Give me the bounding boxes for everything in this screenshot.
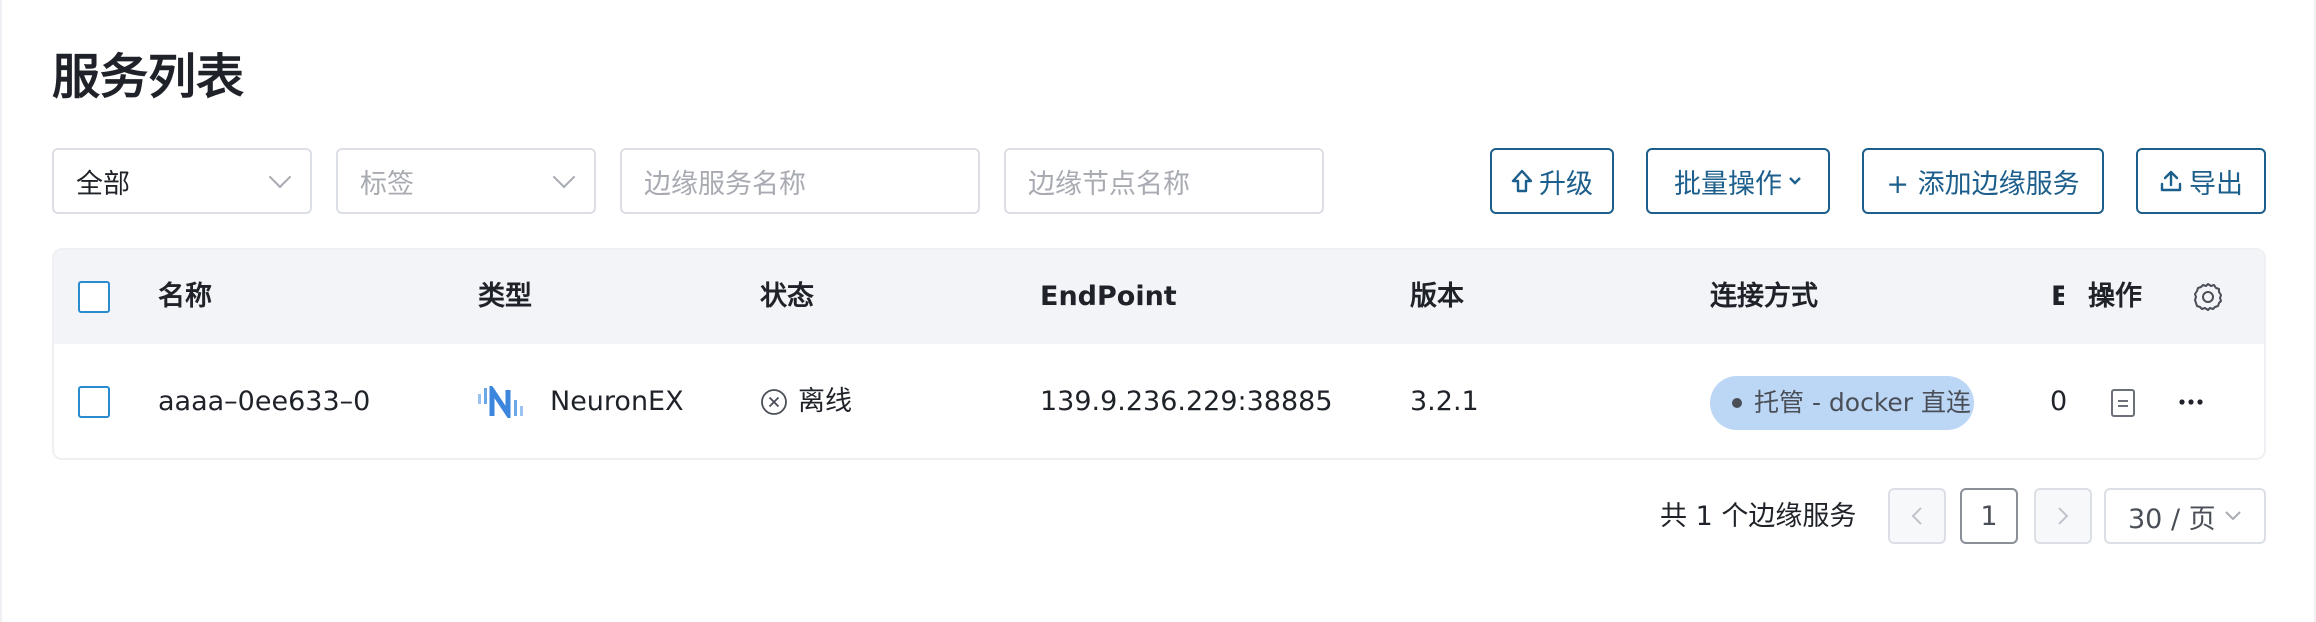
column-header-truncated: E (2051, 250, 2064, 344)
next-page-button[interactable] (2034, 488, 2092, 544)
version-cell: 3.2.1 (1410, 386, 1479, 417)
chevron-down-icon (268, 165, 292, 189)
column-header-type: 类型 (478, 281, 532, 312)
tag-filter-select[interactable]: 标签 (336, 148, 596, 214)
connection-badge: 托管 - docker 直连 (1710, 376, 1974, 430)
column-header-connection: 连接方式 (1710, 281, 1818, 312)
document-icon[interactable] (2110, 388, 2136, 418)
upload-icon (2160, 170, 2182, 192)
pagination-total: 共 1 个边缘服务 (1660, 501, 1857, 532)
chevron-right-icon (2058, 507, 2069, 525)
chevron-down-icon (552, 165, 576, 189)
service-status-cell: 离线 (760, 344, 852, 458)
page-size-select[interactable]: 30 / 页 (2104, 488, 2266, 544)
add-edge-service-label: + 添加边缘服务 (1886, 168, 2080, 200)
page-size-label: 30 / 页 (2128, 503, 2216, 535)
table-header: 名称 类型 状态 EndPoint 版本 连接方式 E 操作 (54, 250, 2264, 344)
batch-operation-label: 批量操作 (1674, 168, 1782, 200)
arrow-up-outline-icon (1511, 169, 1533, 193)
ellipsis-icon[interactable] (2178, 394, 2204, 410)
status-filter-select[interactable]: 全部 (52, 148, 312, 214)
service-table: 名称 类型 状态 EndPoint 版本 连接方式 E 操作 aaaa–0ee6… (52, 248, 2266, 460)
neuronex-logo-icon (478, 386, 523, 418)
select-all-checkbox[interactable] (78, 281, 110, 313)
prev-page-button[interactable] (1888, 488, 1946, 544)
chevron-down-icon (2225, 511, 2241, 521)
circle-x-icon (761, 389, 787, 415)
page-frame: 服务列表 全部 标签 边缘服务名称 边缘节点名称 升级 批量操作 + 添加边缘服… (0, 0, 2316, 622)
chevron-down-icon (1789, 177, 1801, 185)
export-button[interactable]: 导出 (2136, 148, 2266, 214)
upgrade-label: 升级 (1539, 168, 1593, 200)
gear-icon[interactable] (2192, 281, 2224, 313)
connection-label: 托管 - docker 直连 (1754, 388, 1972, 417)
status-filter-value: 全部 (76, 168, 130, 200)
chevron-left-icon (1911, 507, 1922, 525)
extra-value-cell: 0 (2050, 386, 2068, 417)
status-dot-icon (1732, 398, 1742, 408)
page-title: 服务列表 (52, 49, 245, 105)
column-header-version: 版本 (1410, 281, 1464, 312)
row-checkbox[interactable] (78, 386, 110, 418)
table-row: aaaa–0ee633–0 NeuronEX 离线 139.9.236.229:… (54, 344, 2264, 458)
tag-filter-placeholder: 标签 (360, 168, 414, 200)
service-status-label: 离线 (798, 386, 852, 417)
add-edge-service-button[interactable]: + 添加边缘服务 (1862, 148, 2104, 214)
column-header-endpoint: EndPoint (1040, 281, 1177, 312)
service-name-placeholder: 边缘服务名称 (644, 168, 806, 200)
connection-cell: 托管 - docker 直连 (1710, 344, 1974, 458)
batch-operation-button[interactable]: 批量操作 (1646, 148, 1830, 214)
service-name-input[interactable]: 边缘服务名称 (620, 148, 980, 214)
current-page-label: 1 (1980, 500, 1998, 532)
column-header-name: 名称 (158, 281, 212, 312)
service-name-cell[interactable]: aaaa–0ee633–0 (158, 344, 370, 458)
page-number-button[interactable]: 1 (1960, 488, 2018, 544)
service-type-cell: NeuronEX (478, 344, 684, 458)
export-label: 导出 (2189, 168, 2243, 200)
column-header-status: 状态 (760, 281, 814, 312)
node-name-placeholder: 边缘节点名称 (1028, 168, 1190, 200)
service-type-label: NeuronEX (550, 386, 684, 417)
node-name-input[interactable]: 边缘节点名称 (1004, 148, 1324, 214)
endpoint-cell: 139.9.236.229:38885 (1040, 386, 1333, 417)
upgrade-button[interactable]: 升级 (1490, 148, 1614, 214)
column-header-actions: 操作 (2088, 281, 2142, 312)
